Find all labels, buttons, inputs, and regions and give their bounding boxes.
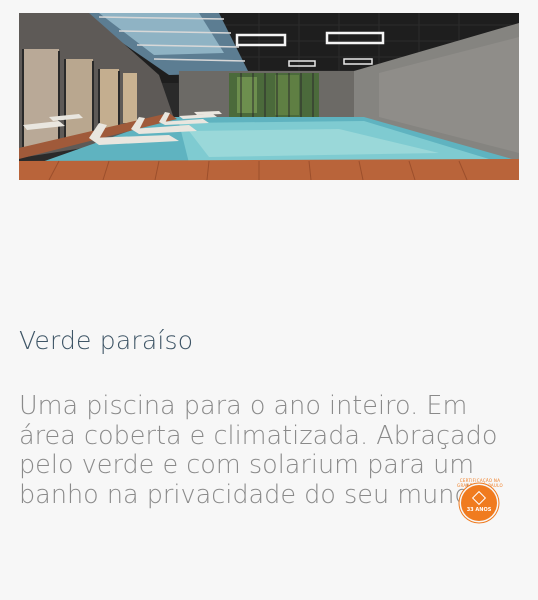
section-description: Uma piscina para o ano inteiro. Em área … xyxy=(19,391,498,510)
badge-label: 33 ANOS xyxy=(466,507,492,513)
pool-illustration xyxy=(19,13,519,180)
badge-disc: 33 ANOS xyxy=(461,485,497,521)
anniversary-badge[interactable]: CERTIFICAÇÃO NA GRANDE SÃO PAULO 33 ANOS xyxy=(454,478,506,522)
hero-image-pool xyxy=(19,13,519,180)
section-title: Verde paraíso xyxy=(19,326,194,355)
diamond-icon xyxy=(471,490,487,506)
